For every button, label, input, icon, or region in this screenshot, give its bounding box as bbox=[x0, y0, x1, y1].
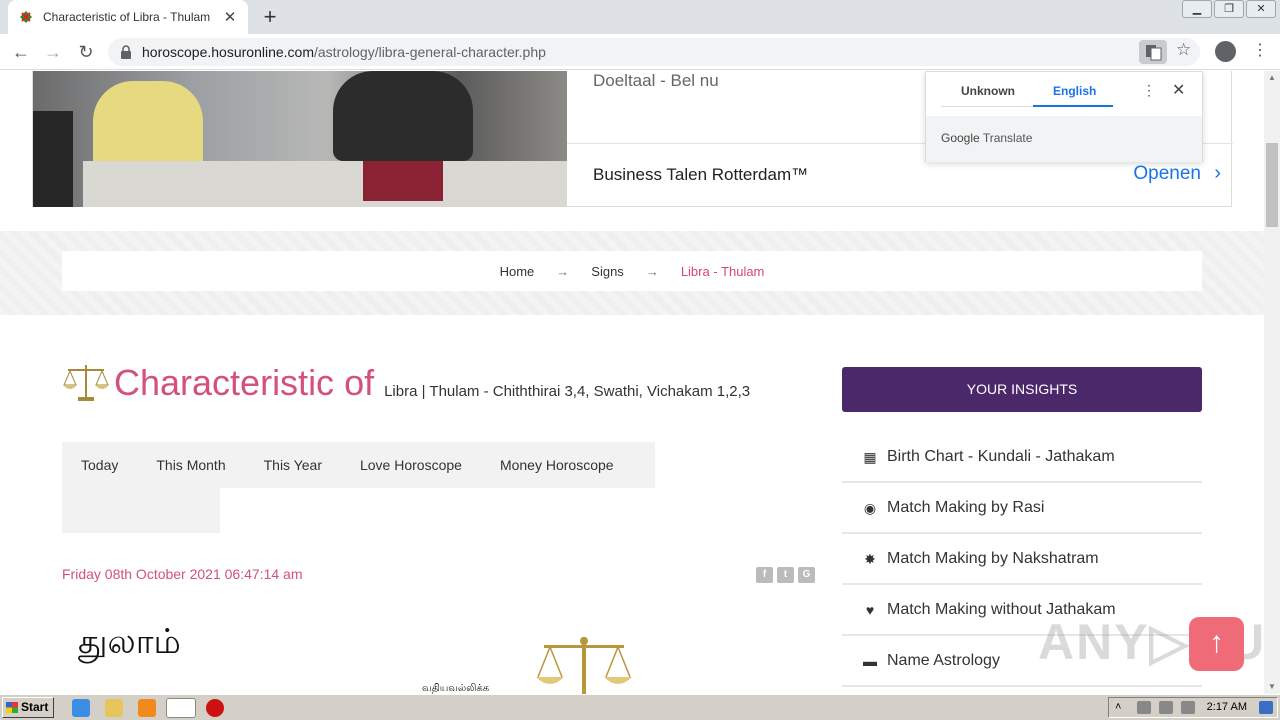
translate-active-underline bbox=[1033, 105, 1113, 107]
tab-this-month[interactable]: This Month bbox=[137, 442, 244, 488]
address-bar[interactable]: horoscope.hosuronline.com/astrology/libr… bbox=[108, 38, 1200, 66]
tab-love-horoscope[interactable]: Love Horoscope bbox=[341, 442, 481, 488]
media-player-icon[interactable] bbox=[138, 699, 156, 717]
chevron-right-icon[interactable]: › bbox=[1214, 162, 1221, 185]
date-stamp: Friday 08th October 2021 06:47:14 am bbox=[62, 566, 303, 582]
sidebar-item-label: Birth Chart - Kundali - Jathakam bbox=[887, 448, 1115, 465]
breadcrumb-current: Libra - Thulam bbox=[680, 263, 765, 279]
network-icon[interactable] bbox=[1159, 701, 1173, 714]
window-controls: ▁ ❐ ✕ bbox=[1180, 0, 1276, 18]
translate-close-icon[interactable]: ✕ bbox=[1172, 80, 1185, 100]
libra-scale-image-icon bbox=[536, 637, 632, 694]
tab-today[interactable]: Today bbox=[62, 442, 137, 488]
flag-icon[interactable] bbox=[1181, 701, 1195, 714]
arrow-right-icon: → bbox=[645, 263, 659, 279]
chrome-taskbar-icon[interactable] bbox=[166, 698, 196, 718]
scroll-up-icon[interactable]: ▲ bbox=[1264, 71, 1280, 85]
clock: 2:17 AM bbox=[1206, 701, 1247, 713]
sidebar-item-birth-chart[interactable]: ▦ Birth Chart - Kundali - Jathakam bbox=[842, 433, 1202, 483]
breadcrumb-home[interactable]: Home bbox=[500, 264, 535, 279]
translate-icon[interactable] bbox=[1139, 40, 1167, 64]
tabs-extension bbox=[62, 488, 220, 533]
bookmark-star-icon[interactable]: ☆ bbox=[1176, 40, 1191, 60]
show-desktop-icon[interactable] bbox=[1259, 701, 1273, 714]
browser-toolbar: ← → ↻ horoscope.hosuronline.com/astrolog… bbox=[0, 34, 1280, 70]
ad-photo bbox=[33, 71, 567, 207]
tab-title: Characteristic of Libra - Thulam bbox=[43, 10, 211, 24]
heart-icon: ♥ bbox=[865, 602, 875, 618]
browser-menu-icon[interactable]: ⋮ bbox=[1252, 40, 1268, 62]
tab-close-icon[interactable]: ✕ bbox=[222, 8, 238, 26]
browser-tab[interactable]: Characteristic of Libra - Thulam ✕ bbox=[8, 0, 248, 34]
new-tab-icon[interactable]: + bbox=[258, 5, 282, 29]
translate-source-tab[interactable]: Unknown bbox=[961, 84, 1015, 98]
sidebar-item-label: Match Making by Nakshatram bbox=[887, 550, 1099, 567]
insights-header: YOUR INSIGHTS bbox=[842, 367, 1202, 412]
ie-icon[interactable] bbox=[72, 699, 90, 717]
tamil-caption: வதியவல்லிக்க bbox=[422, 683, 490, 694]
sidebar-item-match-nakshatram[interactable]: ✸ Match Making by Nakshatram bbox=[842, 535, 1202, 585]
close-window-icon[interactable]: ✕ bbox=[1246, 0, 1276, 18]
libra-scale-icon bbox=[63, 365, 109, 401]
lock-icon bbox=[121, 45, 131, 59]
account-avatar-icon[interactable] bbox=[1215, 41, 1236, 62]
tamil-heading: துலாம் bbox=[78, 623, 181, 661]
windows-logo-icon bbox=[6, 702, 18, 713]
tab-this-year[interactable]: This Year bbox=[245, 442, 341, 488]
page-viewport: Doeltaal - Bel nu Business Talen Rotterd… bbox=[0, 71, 1264, 694]
page-title: Characteristic of bbox=[114, 362, 375, 403]
start-button[interactable]: Start bbox=[2, 697, 54, 718]
restore-icon[interactable]: ❐ bbox=[1214, 0, 1244, 18]
minimize-icon[interactable]: ▁ bbox=[1182, 0, 1212, 18]
forward-arrow-icon[interactable]: → bbox=[42, 41, 64, 63]
volume-icon[interactable] bbox=[1137, 701, 1151, 714]
google-plus-icon[interactable]: G bbox=[798, 567, 815, 583]
system-tray: ˄ 2:17 AM bbox=[1108, 697, 1278, 718]
tab-money-horoscope[interactable]: Money Horoscope bbox=[481, 442, 633, 488]
horoscope-tabs: Today This Month This Year Love Horoscop… bbox=[62, 442, 655, 488]
sidebar-item-match-rasi[interactable]: ◉ Match Making by Rasi bbox=[842, 484, 1202, 534]
security-app-icon[interactable] bbox=[206, 699, 224, 717]
browser-tab-strip: Characteristic of Libra - Thulam ✕ + ▁ ❐… bbox=[0, 0, 1280, 34]
twitter-icon[interactable]: t bbox=[777, 567, 794, 583]
start-label: Start bbox=[21, 700, 49, 714]
translate-options-icon[interactable]: ⋮ bbox=[1142, 82, 1156, 99]
back-arrow-icon[interactable]: ← bbox=[10, 41, 32, 63]
scroll-down-icon[interactable]: ▼ bbox=[1264, 680, 1280, 694]
scroll-to-top-button[interactable]: ↑ bbox=[1189, 617, 1244, 671]
url-text: horoscope.hosuronline.com/astrology/libr… bbox=[142, 44, 546, 60]
page-scrollbar[interactable]: ▲ ▼ bbox=[1264, 71, 1280, 694]
social-share: f t G bbox=[752, 567, 815, 583]
url-path: /astrology/libra-general-character.php bbox=[314, 44, 546, 60]
sidebar-item-label: Name Astrology bbox=[887, 652, 1000, 669]
ad-open-link[interactable]: Openen bbox=[1133, 163, 1201, 185]
ad-line-1: Doeltaal - Bel nu bbox=[593, 71, 719, 90]
breadcrumb: Home → Signs → Libra - Thulam bbox=[62, 251, 1202, 291]
translate-brand-suffix: Translate bbox=[982, 131, 1033, 145]
page-subtitle: Libra | Thulam - Chiththirai 3,4, Swathi… bbox=[384, 383, 751, 400]
sidebar-item-label: Match Making by Rasi bbox=[887, 499, 1045, 516]
star-badge-icon: ✸ bbox=[864, 550, 876, 567]
translate-target-tab[interactable]: English bbox=[1053, 84, 1096, 98]
os-taskbar: Start ˄ 2:17 AM bbox=[0, 694, 1280, 720]
folder-icon[interactable] bbox=[105, 699, 123, 717]
breadcrumb-signs[interactable]: Signs bbox=[591, 264, 624, 279]
breadcrumb-band: Home → Signs → Libra - Thulam bbox=[0, 231, 1264, 315]
calendar-icon: ▦ bbox=[863, 448, 877, 465]
arrow-right-icon: → bbox=[556, 263, 570, 279]
eye-icon: ◉ bbox=[863, 499, 877, 516]
reload-icon[interactable]: ↻ bbox=[75, 41, 97, 63]
translate-footer: Google Translate bbox=[926, 116, 1202, 162]
scrollbar-thumb[interactable] bbox=[1266, 143, 1278, 227]
google-brand: Google bbox=[941, 131, 980, 145]
translate-popup: Unknown English ⋮ ✕ Google Translate bbox=[925, 71, 1203, 162]
facebook-icon[interactable]: f bbox=[756, 567, 773, 583]
site-favicon-icon bbox=[20, 11, 32, 23]
url-host: horoscope.hosuronline.com bbox=[142, 44, 314, 60]
briefcase-icon: ▬ bbox=[863, 653, 877, 669]
ad-line-2: Business Talen Rotterdam™ bbox=[593, 165, 809, 184]
page-heading: Characteristic of Libra | Thulam - Chith… bbox=[62, 361, 750, 403]
tray-expand-icon[interactable]: ˄ bbox=[1115, 701, 1123, 714]
